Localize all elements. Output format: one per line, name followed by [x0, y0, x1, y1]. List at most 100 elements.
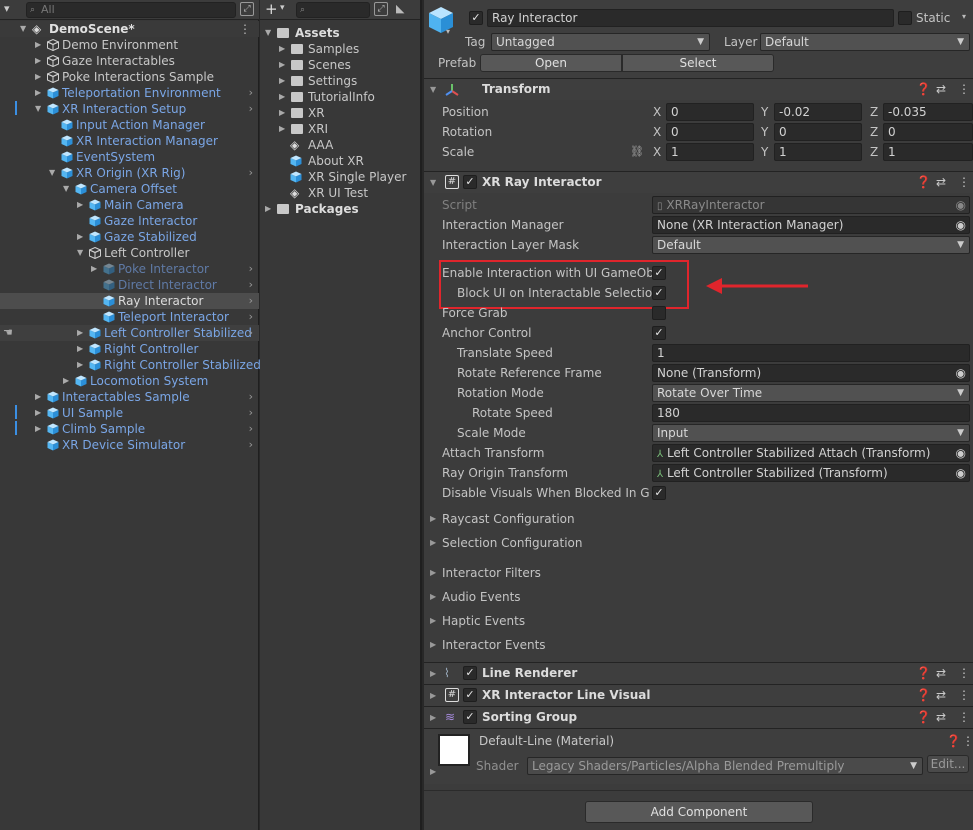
hierarchy-item[interactable]: ▶ Right Controller Stabilized	[0, 357, 261, 373]
rotate-reference-frame-field[interactable]: None (Transform) ◉	[652, 364, 970, 382]
collapsed-arrow-icon[interactable]: ▶	[430, 640, 436, 649]
component-enabled-checkbox[interactable]: ✓	[463, 175, 477, 189]
project-folder-item[interactable]: ▶ TutorialInfo	[260, 89, 420, 105]
constrain-proportions-icon[interactable]: ⛓	[630, 145, 644, 158]
hierarchy-item[interactable]: Ray Interactor ›	[0, 293, 259, 309]
chevron-right-icon[interactable]: ›	[249, 405, 253, 421]
hierarchy-item[interactable]: EventSystem	[0, 149, 259, 165]
scene-row[interactable]: ▼ ◈ DemoScene* ⋮	[0, 21, 259, 37]
scene-visibility-icon[interactable]: ☚	[3, 326, 13, 339]
project-search-input[interactable]: ⌕	[296, 2, 370, 18]
collapsed-arrow-icon[interactable]: ▶	[430, 538, 436, 547]
collapsed-arrow-icon[interactable]: ▶	[63, 373, 69, 389]
translate-speed-field[interactable]: 1	[652, 344, 970, 362]
project-folder-item[interactable]: ▶ XR	[260, 105, 420, 121]
search-by-type-icon[interactable]: ⤢	[374, 2, 388, 16]
hierarchy-item[interactable]: Input Action Manager	[0, 117, 259, 133]
tag-dropdown[interactable]: Untagged ▼	[491, 33, 710, 51]
expand-arrow-icon[interactable]: ▼	[35, 101, 41, 117]
chevron-right-icon[interactable]: ›	[249, 325, 253, 341]
transform-rotation-y-field[interactable]: 0	[774, 123, 862, 141]
xr-ray-interactor-header[interactable]: ▼ # ✓ XR Ray Interactor ❓ ⇄ ⋮	[424, 171, 973, 193]
transform-scale-x-field[interactable]: 1	[666, 143, 754, 161]
collapsed-arrow-icon[interactable]: ▶	[279, 57, 285, 73]
transform-position-x-field[interactable]: 0	[666, 103, 754, 121]
presets-icon[interactable]: ⇄	[936, 82, 946, 96]
hierarchy-item[interactable]: ▶ Teleportation Environment ›	[0, 85, 259, 101]
chevron-right-icon[interactable]: ›	[249, 101, 253, 117]
ray-origin-transform-field[interactable]: ⅄ Left Controller Stabilized (Transform)…	[652, 464, 970, 482]
collapsed-arrow-icon[interactable]: ▶	[77, 341, 83, 357]
attach-transform-field[interactable]: ⅄ Left Controller Stabilized Attach (Tra…	[652, 444, 970, 462]
help-icon[interactable]: ❓	[916, 688, 931, 702]
line-visual-header[interactable]: ▶ # ✓ XR Interactor Line Visual ❓ ⇄ ⋮	[424, 684, 973, 706]
hierarchy-item[interactable]: ▼ Camera Offset	[0, 181, 259, 197]
collapsed-arrow-icon[interactable]: ▶	[91, 261, 97, 277]
more-options-icon[interactable]: ⋮	[958, 175, 970, 189]
collapsed-arrow-icon[interactable]: ▶	[77, 197, 83, 213]
collapsed-arrow-icon[interactable]: ▶	[35, 37, 41, 53]
active-checkbox[interactable]: ✓	[469, 11, 483, 25]
transform-position-y-field[interactable]: -0.02	[774, 103, 862, 121]
hierarchy-item[interactable]: ▶ Interactables Sample ›	[0, 389, 259, 405]
collapsed-arrow-icon[interactable]: ▶	[265, 201, 271, 217]
collapsed-arrow-icon[interactable]: ▶	[430, 568, 436, 577]
object-picker-icon[interactable]: ◉	[956, 465, 966, 481]
collapsed-arrow-icon[interactable]: ▶	[35, 53, 41, 69]
collapsed-arrow-icon[interactable]: ▶	[430, 669, 436, 678]
help-icon[interactable]: ❓	[946, 734, 961, 748]
chevron-right-icon[interactable]: ›	[249, 261, 253, 277]
presets-icon[interactable]: ⇄	[936, 710, 946, 724]
axis-z-label[interactable]: Z	[870, 145, 878, 159]
collapsed-arrow-icon[interactable]: ▶	[430, 767, 436, 776]
collapsed-arrow-icon[interactable]: ▶	[279, 41, 285, 57]
project-prefab-item[interactable]: ◈ XR UI Test	[260, 185, 420, 201]
project-prefab-item[interactable]: About XR	[260, 153, 420, 169]
help-icon[interactable]: ❓	[916, 175, 931, 189]
anchor-control-checkbox[interactable]: ✓	[652, 326, 666, 340]
scale-mode-dropdown[interactable]: Input ▼	[652, 424, 970, 442]
more-options-icon[interactable]: ⋮	[962, 734, 973, 748]
axis-y-label[interactable]: Y	[761, 105, 768, 119]
collapsed-arrow-icon[interactable]: ▶	[279, 121, 285, 137]
help-icon[interactable]: ❓	[916, 666, 931, 680]
chevron-right-icon[interactable]: ›	[249, 421, 253, 437]
static-checkbox[interactable]	[898, 11, 912, 25]
collapsed-arrow-icon[interactable]: ▶	[279, 89, 285, 105]
static-dropdown-icon[interactable]: ▾	[962, 12, 966, 21]
search-by-label-icon[interactable]: ◣	[396, 2, 404, 15]
expand-arrow-icon[interactable]: ▼	[265, 25, 271, 41]
collapsed-arrow-icon[interactable]: ▶	[430, 616, 436, 625]
hierarchy-item[interactable]: Gaze Interactor	[0, 213, 259, 229]
more-options-icon[interactable]: ⋮	[958, 710, 970, 724]
axis-x-label[interactable]: X	[653, 145, 661, 159]
collapsed-arrow-icon[interactable]: ▶	[430, 713, 436, 722]
hierarchy-item[interactable]: ▶ Gaze Stabilized	[0, 229, 259, 245]
chevron-right-icon[interactable]: ›	[249, 277, 253, 293]
object-picker-icon[interactable]: ◉	[956, 365, 966, 381]
collapsed-arrow-icon[interactable]: ▶	[35, 405, 41, 421]
hierarchy-item[interactable]: XR Interaction Manager	[0, 133, 259, 149]
expand-arrow-icon[interactable]: ▼	[49, 165, 55, 181]
prefab-select-button[interactable]: Select	[622, 54, 774, 72]
transform-header[interactable]: ▼ Transform ❓ ⇄ ⋮	[424, 78, 973, 100]
axis-y-label[interactable]: Y	[761, 145, 768, 159]
hierarchy-item[interactable]: ▼ Left Controller	[0, 245, 259, 261]
collapsed-arrow-icon[interactable]: ▶	[35, 85, 41, 101]
expand-arrow-icon[interactable]: ▼	[20, 21, 26, 37]
hierarchy-item[interactable]: ▶ UI Sample ›	[0, 405, 259, 421]
add-icon[interactable]: +	[265, 0, 278, 18]
icon-dropdown-icon[interactable]: ▾	[446, 27, 450, 36]
shader-edit-button[interactable]: Edit...	[927, 755, 969, 773]
expand-arrow-icon[interactable]: ▼	[77, 245, 83, 261]
line-renderer-header[interactable]: ▶ ⌇ ✓ Line Renderer ❓ ⇄ ⋮	[424, 662, 973, 684]
create-menu-icon[interactable]: ▾	[4, 2, 10, 15]
assets-row[interactable]: ▼ Assets	[260, 25, 420, 41]
hierarchy-item[interactable]: XR Device Simulator ›	[0, 437, 259, 453]
collapsed-arrow-icon[interactable]: ▶	[430, 592, 436, 601]
packages-row[interactable]: ▶ Packages	[260, 201, 420, 217]
chevron-right-icon[interactable]: ›	[249, 309, 253, 325]
axis-z-label[interactable]: Z	[870, 125, 878, 139]
collapsed-arrow-icon[interactable]: ▶	[35, 389, 41, 405]
rotation-mode-dropdown[interactable]: Rotate Over Time ▼	[652, 384, 970, 402]
